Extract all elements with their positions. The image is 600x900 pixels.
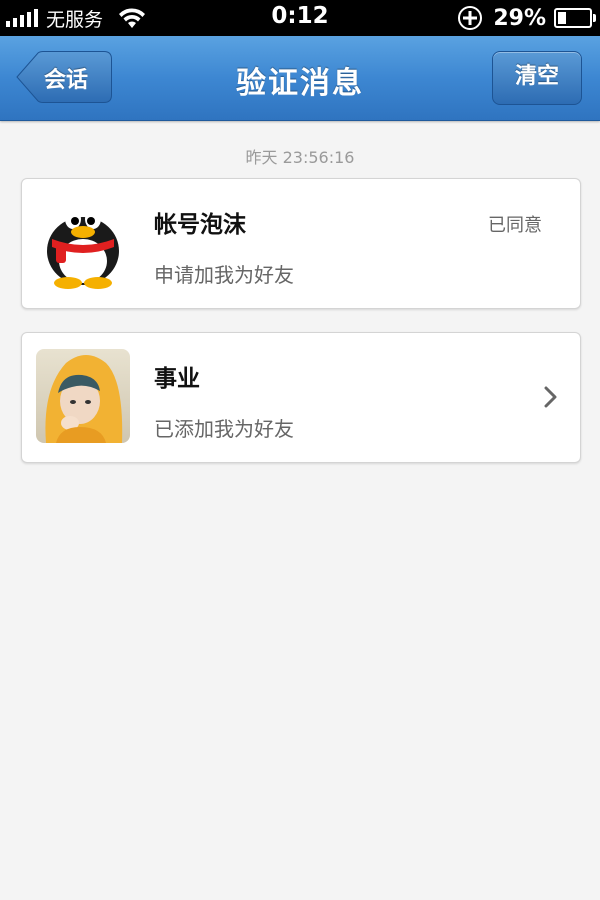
- status-bar: 无服务 0:12 29%: [0, 0, 600, 36]
- child-photo-avatar: [36, 349, 130, 443]
- message-text: 申请加我为好友: [154, 263, 294, 287]
- sender-name: 事业: [154, 366, 200, 392]
- orientation-lock-icon: [458, 6, 483, 30]
- chevron-right-icon: [544, 386, 557, 408]
- timestamp-label: 昨天 23:56:16: [245, 148, 355, 167]
- clear-button[interactable]: 清空: [492, 51, 582, 105]
- status-right: 29%: [457, 4, 596, 32]
- verification-message-item[interactable]: 帐号泡沫 已同意 申请加我为好友: [21, 178, 581, 309]
- battery-percent: 29%: [493, 5, 546, 31]
- message-text: 已添加我为好友: [154, 417, 294, 441]
- navigation-bar: 会话 验证消息 清空: [0, 36, 600, 121]
- verification-message-item[interactable]: 事业 已添加我为好友: [21, 332, 581, 463]
- battery-icon: [554, 8, 596, 28]
- status-label: 已同意: [488, 215, 542, 236]
- sender-name: 帐号泡沫: [154, 212, 246, 238]
- qq-penguin-avatar: [36, 195, 130, 289]
